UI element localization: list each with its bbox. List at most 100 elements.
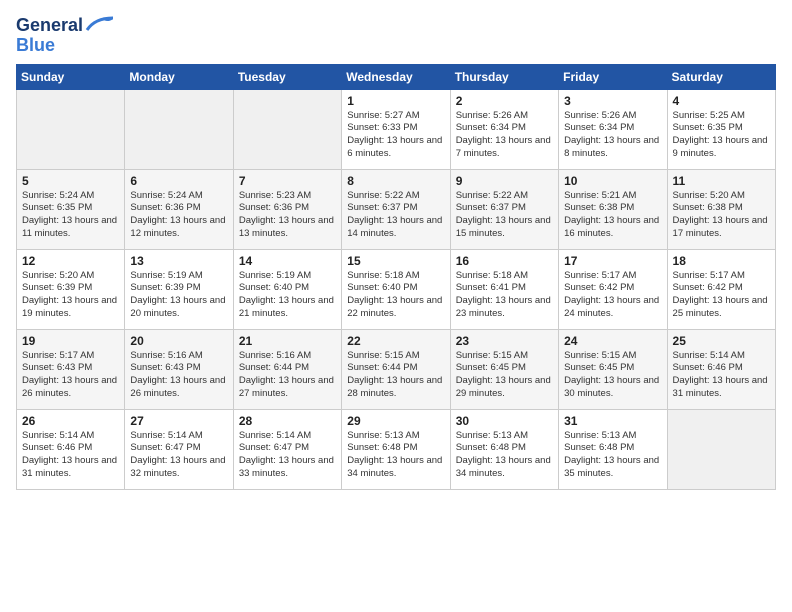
day-number: 19 <box>22 334 119 348</box>
cell-content: Sunrise: 5:14 AM Sunset: 6:46 PM Dayligh… <box>673 350 770 401</box>
day-number: 11 <box>673 174 770 188</box>
day-number: 7 <box>239 174 336 188</box>
cell-content: Sunrise: 5:14 AM Sunset: 6:47 PM Dayligh… <box>130 430 227 481</box>
calendar-cell: 24 Sunrise: 5:15 AM Sunset: 6:45 PM Dayli… <box>559 329 667 409</box>
cell-content: Sunrise: 5:19 AM Sunset: 6:39 PM Dayligh… <box>130 270 227 321</box>
day-number: 15 <box>347 254 444 268</box>
day-number: 27 <box>130 414 227 428</box>
calendar-cell: 1 Sunrise: 5:27 AM Sunset: 6:33 PM Daylig… <box>342 89 450 169</box>
logo-bird-icon <box>85 16 113 32</box>
calendar-week-2: 5 Sunrise: 5:24 AM Sunset: 6:35 PM Daylig… <box>17 169 776 249</box>
calendar-cell: 12 Sunrise: 5:20 AM Sunset: 6:39 PM Dayli… <box>17 249 125 329</box>
day-number: 5 <box>22 174 119 188</box>
weekday-header-tuesday: Tuesday <box>233 64 341 89</box>
calendar-cell: 11 Sunrise: 5:20 AM Sunset: 6:38 PM Dayli… <box>667 169 775 249</box>
day-number: 16 <box>456 254 553 268</box>
day-number: 1 <box>347 94 444 108</box>
calendar-cell <box>125 89 233 169</box>
cell-content: Sunrise: 5:13 AM Sunset: 6:48 PM Dayligh… <box>456 430 553 481</box>
calendar-week-1: 1 Sunrise: 5:27 AM Sunset: 6:33 PM Daylig… <box>17 89 776 169</box>
calendar-cell: 22Sunrise: 5:15 AM Sunset: 6:44 PM Dayli… <box>342 329 450 409</box>
weekday-header-monday: Monday <box>125 64 233 89</box>
cell-content: Sunrise: 5:23 AM Sunset: 6:36 PM Dayligh… <box>239 190 336 241</box>
cell-content: Sunrise: 5:15 AM Sunset: 6:45 PM Dayligh… <box>564 350 661 401</box>
logo-blue-text: Blue <box>16 36 55 56</box>
calendar-table: SundayMondayTuesdayWednesdayThursdayFrid… <box>16 64 776 490</box>
cell-content: Sunrise: 5:17 AM Sunset: 6:43 PM Dayligh… <box>22 350 119 401</box>
day-number: 10 <box>564 174 661 188</box>
weekday-header-friday: Friday <box>559 64 667 89</box>
cell-content: Sunrise: 5:18 AM Sunset: 6:40 PM Dayligh… <box>347 270 444 321</box>
calendar-cell: 8 Sunrise: 5:22 AM Sunset: 6:37 PM Daylig… <box>342 169 450 249</box>
calendar-cell: 2Sunrise: 5:26 AM Sunset: 6:34 PM Daylig… <box>450 89 558 169</box>
cell-content: Sunrise: 5:13 AM Sunset: 6:48 PM Dayligh… <box>564 430 661 481</box>
day-number: 18 <box>673 254 770 268</box>
cell-content: Sunrise: 5:24 AM Sunset: 6:35 PM Dayligh… <box>22 190 119 241</box>
calendar-cell: 21 Sunrise: 5:16 AM Sunset: 6:44 PM Dayli… <box>233 329 341 409</box>
calendar-cell: 6 Sunrise: 5:24 AM Sunset: 6:36 PM Daylig… <box>125 169 233 249</box>
calendar-cell: 23Sunrise: 5:15 AM Sunset: 6:45 PM Dayli… <box>450 329 558 409</box>
calendar-cell: 7 Sunrise: 5:23 AM Sunset: 6:36 PM Daylig… <box>233 169 341 249</box>
day-number: 4 <box>673 94 770 108</box>
day-number: 31 <box>564 414 661 428</box>
weekday-header-sunday: Sunday <box>17 64 125 89</box>
calendar-cell: 3 Sunrise: 5:26 AM Sunset: 6:34 PM Daylig… <box>559 89 667 169</box>
calendar-cell: 13 Sunrise: 5:19 AM Sunset: 6:39 PM Dayli… <box>125 249 233 329</box>
header: General Blue <box>16 16 776 56</box>
calendar-week-4: 19 Sunrise: 5:17 AM Sunset: 6:43 PM Dayli… <box>17 329 776 409</box>
day-number: 8 <box>347 174 444 188</box>
cell-content: Sunrise: 5:17 AM Sunset: 6:42 PM Dayligh… <box>673 270 770 321</box>
cell-content: Sunrise: 5:20 AM Sunset: 6:38 PM Dayligh… <box>673 190 770 241</box>
cell-content: Sunrise: 5:26 AM Sunset: 6:34 PM Dayligh… <box>564 110 661 161</box>
day-number: 29 <box>347 414 444 428</box>
calendar-cell: 4 Sunrise: 5:25 AM Sunset: 6:35 PM Daylig… <box>667 89 775 169</box>
calendar-cell: 18 Sunrise: 5:17 AM Sunset: 6:42 PM Dayli… <box>667 249 775 329</box>
calendar-cell: 31 Sunrise: 5:13 AM Sunset: 6:48 PM Dayli… <box>559 409 667 489</box>
day-number: 20 <box>130 334 227 348</box>
calendar-cell: 27 Sunrise: 5:14 AM Sunset: 6:47 PM Dayli… <box>125 409 233 489</box>
calendar-cell: 19 Sunrise: 5:17 AM Sunset: 6:43 PM Dayli… <box>17 329 125 409</box>
day-number: 30 <box>456 414 553 428</box>
calendar-cell <box>667 409 775 489</box>
day-number: 25 <box>673 334 770 348</box>
logo: General Blue <box>16 16 113 56</box>
cell-content: Sunrise: 5:15 AM Sunset: 6:45 PM Dayligh… <box>456 350 553 401</box>
logo-text: General <box>16 16 83 36</box>
day-number: 26 <box>22 414 119 428</box>
day-number: 17 <box>564 254 661 268</box>
cell-content: Sunrise: 5:14 AM Sunset: 6:47 PM Dayligh… <box>239 430 336 481</box>
weekday-header-wednesday: Wednesday <box>342 64 450 89</box>
calendar-cell: 5 Sunrise: 5:24 AM Sunset: 6:35 PM Daylig… <box>17 169 125 249</box>
calendar-cell: 15 Sunrise: 5:18 AM Sunset: 6:40 PM Dayli… <box>342 249 450 329</box>
cell-content: Sunrise: 5:25 AM Sunset: 6:35 PM Dayligh… <box>673 110 770 161</box>
cell-content: Sunrise: 5:22 AM Sunset: 6:37 PM Dayligh… <box>456 190 553 241</box>
cell-content: Sunrise: 5:19 AM Sunset: 6:40 PM Dayligh… <box>239 270 336 321</box>
cell-content: Sunrise: 5:27 AM Sunset: 6:33 PM Dayligh… <box>347 110 444 161</box>
calendar-cell: 30 Sunrise: 5:13 AM Sunset: 6:48 PM Dayli… <box>450 409 558 489</box>
day-number: 24 <box>564 334 661 348</box>
cell-content: Sunrise: 5:14 AM Sunset: 6:46 PM Dayligh… <box>22 430 119 481</box>
calendar-cell: 17Sunrise: 5:17 AM Sunset: 6:42 PM Dayli… <box>559 249 667 329</box>
calendar-cell: 9 Sunrise: 5:22 AM Sunset: 6:37 PM Daylig… <box>450 169 558 249</box>
cell-content: Sunrise: 5:24 AM Sunset: 6:36 PM Dayligh… <box>130 190 227 241</box>
day-number: 12 <box>22 254 119 268</box>
cell-content: Sunrise: 5:26 AM Sunset: 6:34 PM Dayligh… <box>456 110 553 161</box>
calendar-cell: 28Sunrise: 5:14 AM Sunset: 6:47 PM Dayli… <box>233 409 341 489</box>
cell-content: Sunrise: 5:13 AM Sunset: 6:48 PM Dayligh… <box>347 430 444 481</box>
cell-content: Sunrise: 5:18 AM Sunset: 6:41 PM Dayligh… <box>456 270 553 321</box>
cell-content: Sunrise: 5:16 AM Sunset: 6:43 PM Dayligh… <box>130 350 227 401</box>
calendar-cell <box>233 89 341 169</box>
day-number: 13 <box>130 254 227 268</box>
cell-content: Sunrise: 5:22 AM Sunset: 6:37 PM Dayligh… <box>347 190 444 241</box>
cell-content: Sunrise: 5:16 AM Sunset: 6:44 PM Dayligh… <box>239 350 336 401</box>
day-number: 6 <box>130 174 227 188</box>
calendar-cell: 29 Sunrise: 5:13 AM Sunset: 6:48 PM Dayli… <box>342 409 450 489</box>
day-number: 21 <box>239 334 336 348</box>
calendar-cell: 20 Sunrise: 5:16 AM Sunset: 6:43 PM Dayli… <box>125 329 233 409</box>
day-number: 9 <box>456 174 553 188</box>
calendar-cell: 16 Sunrise: 5:18 AM Sunset: 6:41 PM Dayli… <box>450 249 558 329</box>
cell-content: Sunrise: 5:21 AM Sunset: 6:38 PM Dayligh… <box>564 190 661 241</box>
weekday-header-thursday: Thursday <box>450 64 558 89</box>
cell-content: Sunrise: 5:20 AM Sunset: 6:39 PM Dayligh… <box>22 270 119 321</box>
day-number: 3 <box>564 94 661 108</box>
